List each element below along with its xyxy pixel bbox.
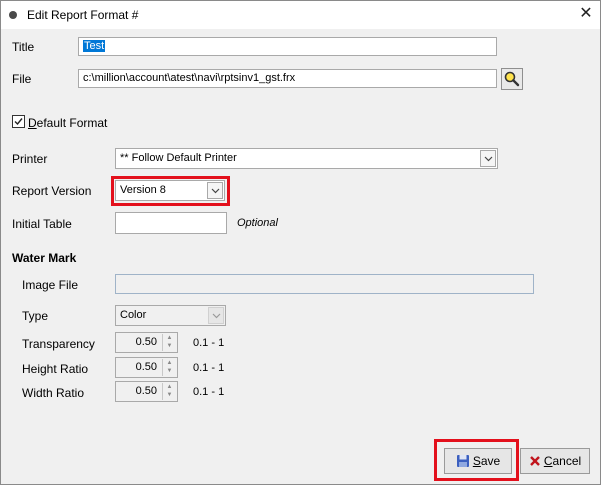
transparency-value: 0.50 xyxy=(135,336,157,348)
red-x-icon xyxy=(529,456,540,466)
image-file-field[interactable] xyxy=(115,274,534,294)
height-ratio-range: 0.1 - 1 xyxy=(193,362,225,374)
checkmark-icon xyxy=(14,118,23,126)
title-field[interactable]: Test xyxy=(78,37,497,56)
width-ratio-label: Width Ratio xyxy=(22,386,85,400)
width-ratio-range: 0.1 - 1 xyxy=(193,386,225,398)
report-version-label: Report Version xyxy=(12,184,92,198)
type-select[interactable]: Color xyxy=(115,305,226,326)
save-highlight xyxy=(434,439,519,481)
type-label: Type xyxy=(22,309,49,323)
height-ratio-value: 0.50 xyxy=(135,361,157,373)
default-format-mnemonic: D xyxy=(28,116,37,130)
default-format-checkbox[interactable] xyxy=(12,115,25,128)
spin-arrows-icon[interactable]: ▲ ▼ xyxy=(162,383,176,400)
cancel-label: Cancel xyxy=(544,454,581,468)
width-ratio-stepper[interactable]: 0.50 ▲ ▼ xyxy=(115,381,178,402)
width-ratio-value: 0.50 xyxy=(135,385,157,397)
spin-arrows-icon[interactable]: ▲ ▼ xyxy=(162,359,176,376)
window-title: Edit Report Format # xyxy=(27,8,139,22)
printer-select[interactable]: ** Follow Default Printer xyxy=(115,148,498,169)
transparency-label: Transparency xyxy=(22,337,95,351)
report-version-highlight xyxy=(111,176,230,206)
spin-arrows-icon[interactable]: ▲ ▼ xyxy=(162,334,176,351)
default-format-label[interactable]: Default Format xyxy=(28,116,107,130)
file-value: c:\million\account\atest\navi\rptsinv1_g… xyxy=(83,72,296,84)
optional-note: Optional xyxy=(237,217,278,229)
transparency-range: 0.1 - 1 xyxy=(193,337,225,349)
watermark-heading: Water Mark xyxy=(12,251,77,265)
chevron-down-icon[interactable] xyxy=(480,150,496,167)
height-ratio-label: Height Ratio xyxy=(22,362,89,376)
initial-table-label: Initial Table xyxy=(12,217,72,231)
printer-value: ** Follow Default Printer xyxy=(120,152,237,164)
cancel-text: ancel xyxy=(552,454,582,468)
title-label: Title xyxy=(12,40,35,54)
image-file-label: Image File xyxy=(22,278,79,292)
transparency-stepper[interactable]: 0.50 ▲ ▼ xyxy=(115,332,178,353)
cancel-button[interactable]: Cancel xyxy=(520,448,590,474)
height-ratio-stepper[interactable]: 0.50 ▲ ▼ xyxy=(115,357,178,378)
app-icon xyxy=(9,11,17,19)
type-value: Color xyxy=(120,309,147,321)
title-value: Test xyxy=(83,40,106,52)
chevron-down-icon[interactable] xyxy=(208,307,224,324)
initial-table-field[interactable] xyxy=(115,212,227,234)
close-icon[interactable]: ✕ xyxy=(577,5,595,23)
file-field[interactable]: c:\million\account\atest\navi\rptsinv1_g… xyxy=(78,69,497,88)
default-format-text: efault Format xyxy=(36,116,108,130)
printer-label: Printer xyxy=(12,152,48,166)
title-bar: Edit Report Format # ✕ xyxy=(1,1,600,29)
file-label: File xyxy=(12,72,32,86)
browse-button[interactable] xyxy=(501,68,523,90)
edit-report-format-dialog: Edit Report Format # ✕ Title Test File c… xyxy=(0,0,601,485)
magnifier-icon xyxy=(504,71,520,87)
